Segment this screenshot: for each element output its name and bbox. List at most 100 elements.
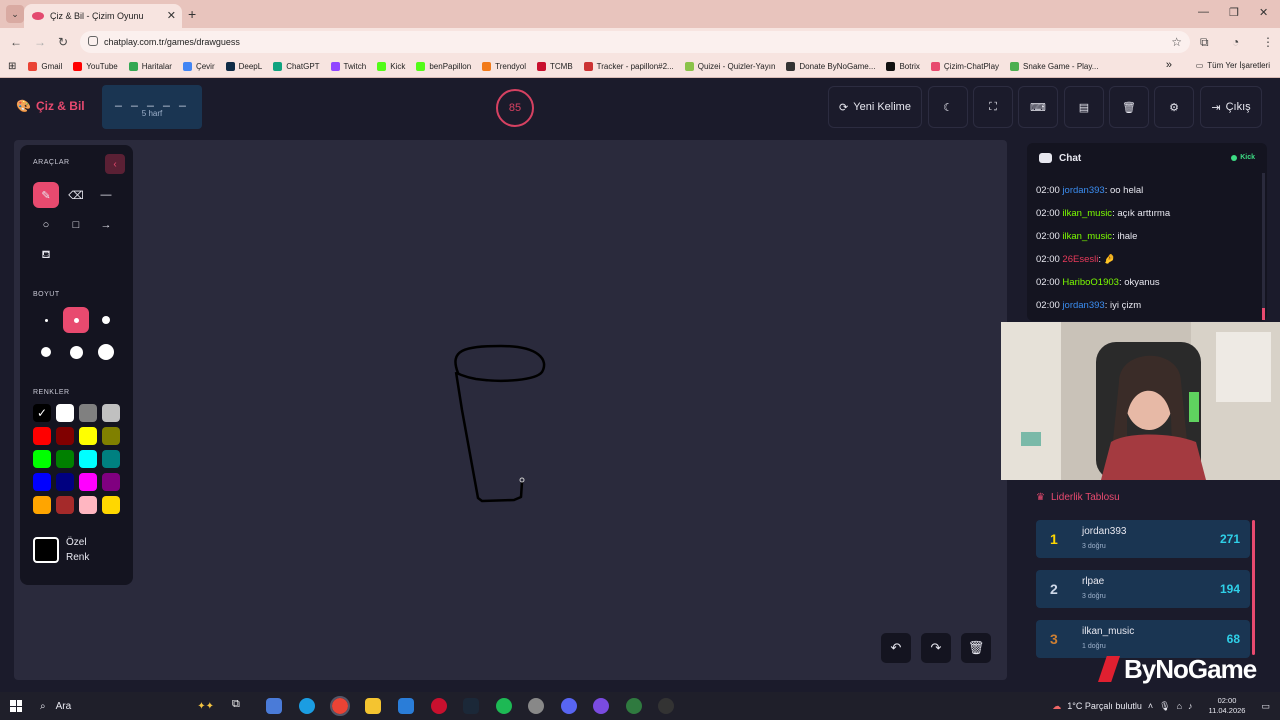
chat-username[interactable]: jordan393 (1062, 185, 1104, 196)
tray-chevron-icon[interactable]: ˄ (1148, 701, 1153, 711)
bookmark-item[interactable]: YouTube (73, 62, 118, 71)
app-icon-3[interactable] (658, 698, 674, 714)
size-option-5[interactable] (63, 339, 89, 365)
color-swatch[interactable] (79, 450, 97, 468)
notification-icon[interactable]: ▭ (1261, 701, 1270, 712)
rectangle-tool[interactable]: □ (63, 212, 89, 238)
color-swatch[interactable] (33, 496, 51, 514)
size-option-4[interactable] (33, 339, 59, 365)
color-swatch[interactable] (56, 404, 74, 422)
leaderboard-scrollbar[interactable] (1252, 520, 1255, 655)
forward-icon[interactable]: → (34, 35, 46, 49)
volume-icon[interactable]: ♪ (1188, 701, 1193, 711)
reload-icon[interactable]: ↻ (58, 35, 68, 49)
trash-button[interactable]: 🗑 (1109, 86, 1149, 128)
bookmark-item[interactable]: benPapillon (416, 62, 471, 71)
size-option-6[interactable] (93, 339, 119, 365)
url-input[interactable]: chatplay.com.tr/games/drawguess ☆ (80, 31, 1190, 53)
menu-icon[interactable]: ⋮ (1262, 35, 1274, 49)
color-swatch[interactable] (102, 450, 120, 468)
fullscreen-button[interactable]: ⛶ (973, 86, 1013, 128)
new-tab-button[interactable]: + (188, 6, 196, 22)
fill-tool[interactable]: ⛾ (33, 243, 59, 269)
chat-username[interactable]: HariboO1903 (1062, 277, 1119, 288)
spotify-icon[interactable] (496, 698, 512, 714)
bookmark-item[interactable]: DeepL (225, 62, 262, 71)
color-swatch[interactable] (33, 427, 51, 445)
tab-search-button[interactable]: ⌄ (6, 5, 24, 23)
bookmark-item[interactable]: Donate ByNoGame... (786, 62, 875, 71)
undo-button[interactable]: ↶ (881, 633, 911, 663)
file-explorer-icon[interactable] (365, 698, 381, 714)
circle-tool[interactable]: ○ (33, 212, 59, 238)
extensions-icon[interactable]: ⧉ (1200, 35, 1209, 50)
discord-icon[interactable] (561, 698, 577, 714)
windows-start-icon[interactable] (10, 700, 22, 712)
line-tool[interactable]: — (93, 182, 119, 208)
color-swatch[interactable] (33, 450, 51, 468)
copilot-icon[interactable] (266, 698, 282, 714)
minimize-icon[interactable]: — (1198, 6, 1209, 18)
color-swatch[interactable] (102, 404, 120, 422)
chat-username[interactable]: jordan393 (1062, 300, 1104, 311)
exit-button[interactable]: ⇥ Çıkış (1200, 86, 1262, 128)
bookmark-item[interactable]: Twitch (330, 62, 366, 71)
bookmark-item[interactable]: Snake Game - Play... (1010, 62, 1098, 71)
bookmark-item[interactable]: Çevir (182, 62, 215, 71)
app-icon-2[interactable] (593, 698, 609, 714)
size-option-1[interactable] (33, 307, 59, 333)
chat-username[interactable]: 26Esesli (1062, 254, 1098, 265)
collapse-panel-button[interactable]: ‹ (105, 154, 125, 174)
custom-color-swatch[interactable] (33, 537, 59, 563)
archive-button[interactable]: ▤ (1064, 86, 1104, 128)
chat-scroll-thumb[interactable] (1262, 308, 1265, 320)
color-swatch[interactable] (56, 450, 74, 468)
new-word-button[interactable]: ⟳ Yeni Kelime (828, 86, 922, 128)
chat-scrollbar[interactable] (1262, 173, 1265, 318)
network-icon[interactable]: ⌂ (1177, 701, 1182, 711)
opera-icon[interactable] (431, 698, 447, 714)
profile-icon[interactable]: ◔ (1232, 35, 1239, 49)
edge-icon[interactable] (299, 698, 315, 714)
drawing-canvas[interactable] (14, 140, 1007, 680)
site-info-icon[interactable] (88, 36, 98, 46)
clear-canvas-button[interactable]: 🗑 (961, 633, 991, 663)
color-swatch[interactable] (56, 496, 74, 514)
mail-icon[interactable] (398, 698, 414, 714)
eraser-tool[interactable]: ⌫ (63, 182, 89, 208)
apps-icon[interactable]: ⊞ (8, 61, 16, 72)
task-view-icon[interactable]: ⧉ (232, 698, 248, 714)
bookmark-item[interactable]: Trendyol (482, 62, 526, 71)
mic-icon[interactable]: 🎙 (1159, 701, 1170, 712)
color-swatch[interactable] (79, 473, 97, 491)
redo-button[interactable]: ↷ (921, 633, 951, 663)
color-swatch[interactable] (102, 427, 120, 445)
close-window-icon[interactable]: ✕ (1259, 6, 1268, 19)
chat-username[interactable]: ilkan_music (1062, 208, 1112, 219)
steam-icon[interactable] (463, 698, 479, 714)
bookmark-item[interactable]: Çizim-ChatPlay (930, 62, 999, 71)
color-swatch[interactable] (56, 473, 74, 491)
bookmark-item[interactable]: Kick (377, 62, 405, 71)
bookmark-item[interactable]: Haritalar (128, 62, 172, 71)
arrow-tool[interactable]: → (93, 212, 119, 238)
bookmark-item[interactable]: ChatGPT (273, 62, 320, 71)
bookmark-item[interactable]: Quizei - Quizler-Yayın (684, 62, 775, 71)
chrome-icon[interactable] (330, 696, 350, 716)
bookmark-item[interactable]: Botrix (886, 62, 920, 71)
bookmark-star-icon[interactable]: ☆ (1171, 35, 1182, 49)
color-swatch[interactable] (79, 404, 97, 422)
all-bookmarks[interactable]: ▭ Tüm Yer İşaretleri (1196, 61, 1270, 70)
color-swatch[interactable] (79, 496, 97, 514)
bookmark-item[interactable]: Gmail (28, 62, 62, 71)
bookmark-item[interactable]: TCMB (536, 62, 573, 71)
more-bookmarks-icon[interactable]: » (1166, 59, 1172, 71)
brush-tool[interactable]: ✎ (33, 182, 59, 208)
browser-tab[interactable]: Çiz & Bil - Çizim Oyunu ✕ (24, 4, 182, 28)
chat-username[interactable]: ilkan_music (1062, 231, 1112, 242)
bookmark-item[interactable]: Tracker - papillon#2... (583, 62, 674, 71)
clock[interactable]: 02:00 11.04.2026 (1209, 696, 1246, 716)
dark-mode-button[interactable]: ☾ (928, 86, 968, 128)
color-swatch[interactable] (102, 496, 120, 514)
taskbar-search[interactable]: ⌕ Ara ✦✦ (32, 695, 222, 717)
